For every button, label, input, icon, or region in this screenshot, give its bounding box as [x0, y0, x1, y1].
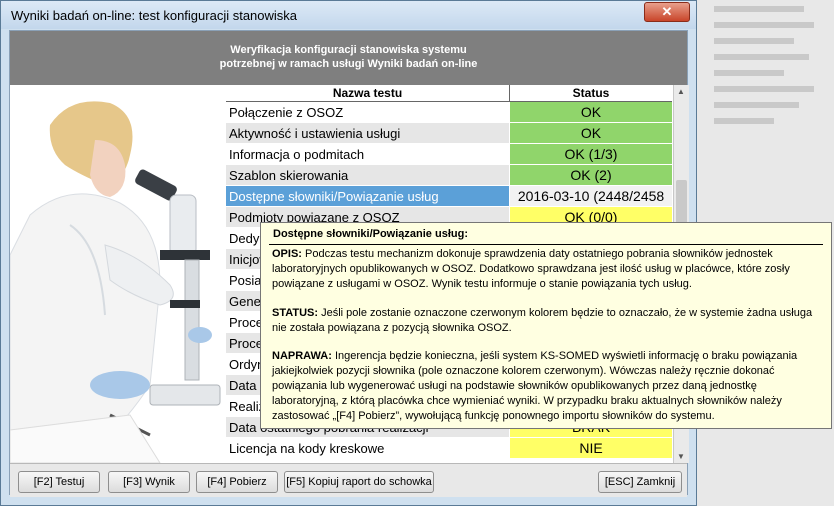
test-status-cell: OK (2) — [510, 165, 672, 186]
copy-report-button[interactable]: [F5] Kopiuj raport do schowka — [284, 471, 434, 493]
table-row[interactable]: Informacja o podmitach OK (1/3) — [226, 144, 672, 165]
download-button[interactable]: [F4] Pobierz — [196, 471, 278, 493]
test-name-cell: Połączenie z OSOZ — [226, 102, 509, 123]
header-line-1: Weryfikacja konfiguracji stanowiska syst… — [230, 44, 467, 56]
test-name-cell: Dostępne słowniki/Powiązanie usług — [226, 186, 509, 207]
result-button[interactable]: [F3] Wynik — [108, 471, 190, 493]
tooltip-title: Dostępne słowniki/Powiązanie usług: — [273, 228, 468, 240]
window-title: Wyniki badań on-line: test konfiguracji … — [11, 8, 298, 23]
test-button[interactable]: [F2] Testuj — [18, 471, 100, 493]
header-line-2: potrzebnej w ramach usługi Wyniki badań … — [219, 58, 478, 70]
status-text: Jeśli pole zostanie oznaczone czerwonym … — [272, 307, 813, 334]
title-bar: Wyniki badań on-line: test konfiguracji … — [1, 1, 696, 29]
close-button[interactable]: [ESC] Zamknij — [598, 471, 682, 493]
button-bar: [F2] Testuj [F3] Wynik [F4] Pobierz [F5]… — [10, 463, 687, 497]
repair-text: Ingerencja będzie konieczna, jeśli syste… — [272, 350, 798, 422]
help-tooltip: Dostępne słowniki/Powiązanie usług: OPIS… — [260, 222, 832, 429]
test-status-cell: OK — [510, 123, 672, 144]
test-status-cell: 2016-03-10 (2448/2458 — [510, 186, 672, 207]
window-close-button[interactable]: ✕ — [644, 2, 690, 22]
table-row[interactable]: Licencja na kody kreskowe NIE — [226, 438, 672, 459]
test-status-cell: NIE — [510, 438, 672, 459]
column-header-status[interactable]: Status — [510, 85, 672, 102]
test-status-cell: OK (1/3) — [510, 144, 672, 165]
scroll-up-icon[interactable]: ▲ — [677, 87, 685, 96]
scroll-down-icon[interactable]: ▼ — [677, 452, 685, 461]
table-row[interactable]: Dostępne słowniki/Powiązanie usług 2016-0… — [226, 186, 672, 207]
column-header-name[interactable]: Nazwa testu — [226, 85, 510, 102]
tooltip-repair: NAPRAWA: Ingerencja będzie konieczna, je… — [272, 349, 824, 424]
test-name-cell: Szablon skierowania — [226, 165, 509, 186]
test-name-cell: Licencja na kody kreskowe — [226, 438, 509, 459]
table-row[interactable]: Szablon skierowania OK (2) — [226, 165, 672, 186]
test-name-cell: Informacja o podmitach — [226, 144, 509, 165]
repair-label: NAPRAWA: — [272, 350, 332, 362]
status-label: STATUS: — [272, 307, 319, 319]
dialog-header: Weryfikacja konfiguracji stanowiska syst… — [10, 31, 687, 85]
lab-photo — [10, 85, 226, 463]
test-name-cell: Aktywność i ustawienia usługi — [226, 123, 509, 144]
tooltip-status: STATUS: Jeśli pole zostanie oznaczone cz… — [272, 306, 824, 336]
tooltip-description: OPIS: Podczas testu mechanizm dokonuje s… — [272, 247, 824, 292]
table-row[interactable]: Aktywność i ustawienia usługi OK — [226, 123, 672, 144]
table-row[interactable]: Połączenie z OSOZ OK — [226, 102, 672, 123]
test-status-cell: OK — [510, 102, 672, 123]
description-label: OPIS: — [272, 248, 302, 260]
description-text: Podczas testu mechanizm dokonuje sprawdz… — [272, 248, 790, 290]
tooltip-divider — [269, 244, 823, 245]
